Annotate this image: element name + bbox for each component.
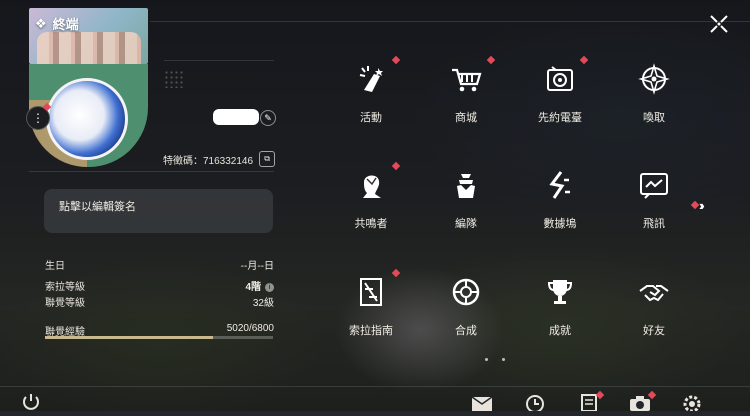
player-id-label: 特徵碼：	[163, 155, 203, 167]
data-dock-icon	[549, 171, 570, 199]
player-name-field	[213, 109, 259, 125]
menu-item-activity[interactable]: 活動	[331, 62, 411, 125]
activity-icon	[359, 66, 383, 92]
mail-icon	[471, 396, 493, 411]
menu-label-friends: 好友	[643, 325, 665, 337]
menu-label-radio: 先約電臺	[538, 112, 582, 124]
friends-icon	[639, 285, 669, 302]
menu-label-guidebook: 索拉指南	[349, 325, 393, 337]
menu-item-achievements[interactable]: 成就	[520, 275, 600, 338]
menu-label-achievements: 成就	[549, 325, 571, 337]
exp-progress-fill	[45, 336, 214, 339]
menu-item-friends[interactable]: 好友	[614, 275, 694, 338]
clock-button[interactable]	[524, 392, 546, 413]
guidebook-icon	[360, 278, 382, 306]
exp-progress-bar	[45, 336, 273, 339]
stat-union-level-value: 32級	[252, 298, 274, 309]
menu-label-data-dock: 數據塢	[543, 218, 577, 230]
stat-union-level-label: 聯覺等級	[45, 298, 85, 309]
copy-id-button[interactable]: ⧉	[259, 151, 276, 167]
divider-profile	[29, 171, 274, 172]
menu-item-shop[interactable]: 商城	[426, 62, 506, 125]
double-chevron-right-icon: ››	[699, 198, 704, 213]
gear-icon	[683, 395, 701, 413]
pencil-icon: ✎	[264, 112, 272, 123]
menu-label-resonators: 共鳴者	[354, 218, 388, 230]
summon-icon	[638, 63, 670, 95]
diamond-icon: ❖	[35, 15, 47, 31]
menu-item-synthesis[interactable]: 合成	[426, 275, 506, 338]
player-id-row: 特徵碼：716332146 ⧉	[163, 151, 276, 167]
message-icon	[640, 173, 668, 199]
menu-item-summon[interactable]: 喚取	[614, 62, 694, 125]
menu-item-team[interactable]: 編隊	[426, 168, 506, 231]
more-vertical-icon: ⋮	[32, 111, 44, 125]
frame-line-top	[150, 21, 750, 22]
menu-item-resonators[interactable]: 共鳴者	[331, 168, 411, 231]
signature-field[interactable]: 點擊以編輯簽名	[44, 189, 273, 233]
menu-label-messages: 飛訊	[643, 218, 665, 230]
radio-icon	[547, 66, 573, 91]
exp-value: 5020/6800	[226, 323, 274, 334]
close-button[interactable]	[707, 12, 731, 36]
divider-name	[164, 60, 274, 61]
stat-sol-rank-label: 索拉等級	[45, 282, 85, 293]
power-icon	[23, 394, 39, 410]
stat-birthday-label: 生日	[45, 261, 65, 272]
stat-birthday-value: --月--日	[240, 261, 274, 272]
next-page-button[interactable]: ››	[699, 198, 704, 213]
page-title: ❖ 終端	[35, 15, 79, 33]
menu-item-data-dock[interactable]: 數據塢	[520, 168, 600, 231]
team-icon	[457, 174, 475, 198]
stat-sol-rank-value: 4階 i	[220, 278, 274, 293]
menu-label-shop: 商城	[455, 112, 477, 124]
copy-icon: ⧉	[264, 154, 270, 163]
edit-name-button[interactable]: ✎	[260, 110, 276, 126]
signature-text: 點擊以編輯簽名	[59, 201, 136, 213]
settings-button[interactable]	[681, 392, 703, 413]
resonator-icon	[363, 175, 381, 198]
shop-cart-icon	[452, 68, 482, 92]
mail-button[interactable]	[471, 392, 493, 411]
menu-item-radio[interactable]: 先約電臺	[520, 62, 600, 125]
clock-icon	[526, 395, 544, 413]
menu-label-synthesis: 合成	[455, 325, 477, 337]
menu-label-team: 編隊	[455, 218, 477, 230]
info-icon[interactable]: i	[265, 282, 274, 292]
player-id-value: 716332146	[203, 155, 254, 167]
achievement-icon	[547, 280, 573, 304]
menu-label-activity: 活動	[360, 112, 382, 124]
decorative-dots	[164, 70, 184, 88]
power-button[interactable]	[20, 392, 42, 411]
stat-sol-rank-number: 4階	[245, 282, 261, 293]
menu-item-guidebook[interactable]: 索拉指南	[331, 275, 411, 338]
close-icon	[710, 15, 728, 33]
menu-label-summon: 喚取	[643, 112, 665, 124]
menu-item-messages[interactable]: 飛訊	[614, 168, 694, 231]
avatar[interactable]	[46, 78, 128, 160]
page-indicator	[485, 358, 505, 361]
synthesis-icon	[452, 278, 480, 306]
